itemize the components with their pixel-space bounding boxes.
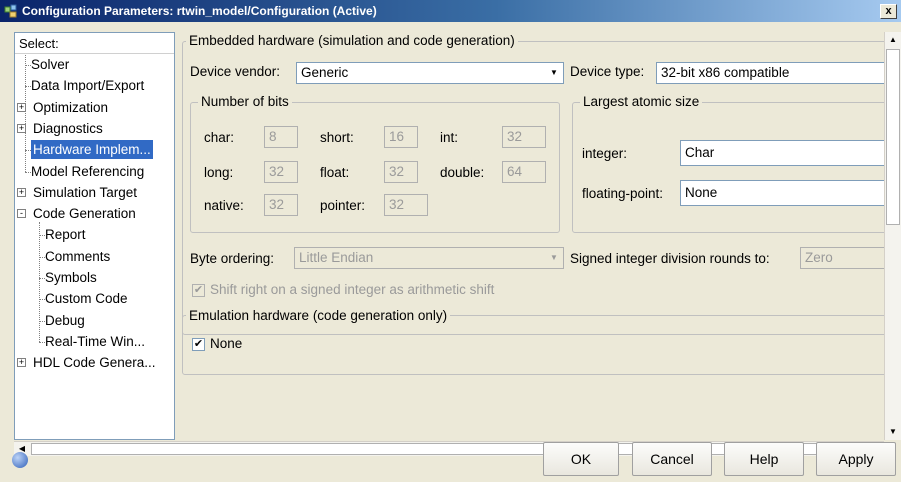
dialog-body: Select: Solver Data Import/Export Optimiza… xyxy=(0,22,901,482)
tree-item[interactable]: Simulation Target xyxy=(33,183,137,202)
tree-item[interactable]: Diagnostics xyxy=(33,119,103,138)
title-bar: Configuration Parameters: rtwin_model/Co… xyxy=(0,0,901,22)
tree-item[interactable]: Report xyxy=(45,225,86,244)
apply-button[interactable]: Apply xyxy=(816,442,896,476)
tree-item[interactable]: Model Referencing xyxy=(31,162,144,181)
double-label: double: xyxy=(440,165,485,180)
expand-icon[interactable]: + xyxy=(17,358,26,368)
tree-connector xyxy=(25,171,31,173)
byte-ordering-select[interactable]: Little Endian ▼ xyxy=(294,247,564,269)
tree-item[interactable]: Data Import/Export xyxy=(31,76,144,95)
largest-atomic-size-title: Largest atomic size xyxy=(580,94,703,109)
shift-checkbox[interactable]: ✔ xyxy=(192,284,205,297)
tree-item[interactable]: Optimization xyxy=(33,98,108,117)
float-label: float: xyxy=(320,165,350,180)
emulation-hardware-group xyxy=(182,315,886,375)
close-button[interactable]: x xyxy=(880,3,897,19)
byte-ordering-value: Little Endian xyxy=(299,250,374,265)
device-vendor-select[interactable]: Generic ▼ xyxy=(296,62,564,84)
tree-item[interactable]: Custom Code xyxy=(45,289,128,308)
chevron-down-icon[interactable]: ▼ xyxy=(546,249,562,267)
device-type-select[interactable]: 32-bit x86 compatible xyxy=(656,62,886,84)
native-field[interactable]: 32 xyxy=(264,194,298,216)
byte-ordering-label: Byte ordering: xyxy=(190,251,275,266)
tree-connector xyxy=(25,55,26,172)
embedded-hardware-title: Embedded hardware (simulation and code g… xyxy=(186,33,518,48)
signed-division-label: Signed integer division rounds to: xyxy=(570,251,770,266)
tree-item[interactable]: Debug xyxy=(45,311,85,330)
long-label: long: xyxy=(204,165,234,180)
number-of-bits-title: Number of bits xyxy=(198,94,292,109)
scroll-up-icon[interactable]: ▲ xyxy=(885,32,901,48)
largest-atomic-size-group xyxy=(572,102,886,233)
float-field[interactable]: 32 xyxy=(384,161,418,183)
tree-item[interactable]: Solver xyxy=(31,55,69,74)
integer-label: integer: xyxy=(582,146,628,161)
device-type-label: Device type: xyxy=(570,64,645,79)
floating-point-select[interactable]: None xyxy=(680,180,886,206)
floating-point-label: floating-point: xyxy=(582,186,664,201)
double-field[interactable]: 64 xyxy=(502,161,546,183)
tree-item[interactable]: Real-Time Win... xyxy=(45,332,145,351)
category-tree: Select: Solver Data Import/Export Optimiza… xyxy=(14,32,175,440)
tree-item[interactable]: Symbols xyxy=(45,268,97,287)
tree-item[interactable]: Hardware Implem... xyxy=(31,140,153,160)
int-label: int: xyxy=(440,130,459,145)
tree-connector xyxy=(39,222,40,342)
cancel-button[interactable]: Cancel xyxy=(632,442,712,476)
tree-item[interactable]: Comments xyxy=(45,247,110,266)
device-vendor-label: Device vendor: xyxy=(190,64,281,79)
ok-button[interactable]: OK xyxy=(543,442,619,476)
tree-header: Select: xyxy=(15,33,174,54)
settings-panel: Embedded hardware (simulation and code g… xyxy=(176,32,886,440)
shift-label: Shift right on a signed integer as arith… xyxy=(210,282,495,297)
pointer-field[interactable]: 32 xyxy=(384,194,428,216)
tree-connector xyxy=(39,341,45,343)
collapse-icon[interactable]: - xyxy=(17,209,26,219)
vertical-scroll-thumb[interactable] xyxy=(886,49,900,225)
int-field[interactable]: 32 xyxy=(502,126,546,148)
native-label: native: xyxy=(204,198,244,213)
window-title: Configuration Parameters: rtwin_model/Co… xyxy=(22,4,377,18)
emulation-none-label: None xyxy=(210,336,243,351)
integer-select[interactable]: Char xyxy=(680,140,886,166)
char-field[interactable]: 8 xyxy=(264,126,298,148)
device-vendor-value: Generic xyxy=(301,65,349,80)
device-type-value: 32-bit x86 compatible xyxy=(661,65,790,80)
tree-item[interactable]: Code Generation xyxy=(33,204,136,223)
help-button[interactable]: Help xyxy=(724,442,804,476)
help-globe-icon[interactable] xyxy=(12,452,28,468)
emulation-hardware-title: Emulation hardware (code generation only… xyxy=(186,308,451,323)
app-icon xyxy=(4,4,18,18)
expand-icon[interactable]: + xyxy=(17,187,26,197)
short-field[interactable]: 16 xyxy=(384,126,418,148)
char-label: char: xyxy=(204,130,235,145)
emulation-none-checkbox[interactable]: ✔ xyxy=(192,338,205,351)
signed-division-select[interactable]: Zero xyxy=(800,247,886,269)
long-field[interactable]: 32 xyxy=(264,161,298,183)
vertical-scrollbar[interactable]: ▲ ▼ xyxy=(884,32,901,440)
tree-item[interactable]: HDL Code Genera... xyxy=(33,353,156,372)
chevron-down-icon[interactable]: ▼ xyxy=(546,64,562,82)
dialog-footer: OK Cancel Help Apply xyxy=(0,436,901,482)
pointer-label: pointer: xyxy=(320,198,366,213)
short-label: short: xyxy=(320,130,354,145)
